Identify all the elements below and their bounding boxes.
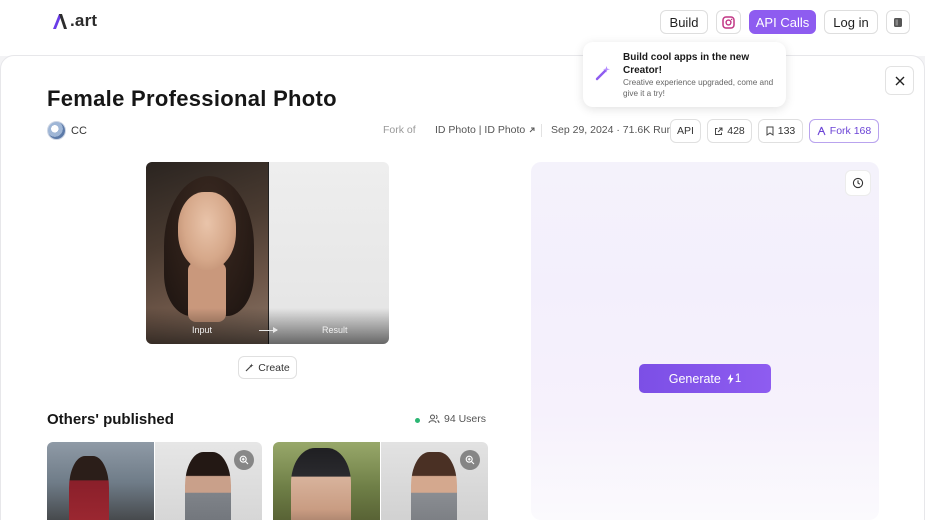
creator-tooltip[interactable]: Build cool apps in the new Creator! Crea…: [583, 42, 786, 107]
app-icon: [894, 17, 902, 27]
logo-text: .art: [70, 11, 98, 30]
others-published-title: Others' published: [47, 411, 174, 428]
tooltip-subtitle: Creative experience upgraded, come and g…: [623, 78, 774, 98]
instagram-icon: [722, 15, 735, 29]
bookmark-count: 133: [777, 125, 796, 137]
users-icon: [428, 414, 440, 424]
portrait-face: [178, 192, 236, 270]
meta-divider: [541, 124, 542, 137]
output-panel: [531, 162, 879, 520]
date-runs: Sep 29, 2024 · 71.6K Run: [551, 124, 673, 136]
arrow-right-icon: [259, 327, 278, 333]
input-result-comparison[interactable]: Input Result: [146, 162, 389, 344]
logo-mark-icon: [53, 13, 67, 29]
online-indicator: [415, 418, 420, 423]
close-icon: [895, 76, 904, 85]
published-input-image: [47, 442, 154, 520]
create-button[interactable]: Create: [238, 356, 297, 379]
result-label: Result: [322, 325, 348, 335]
person-figure: [69, 456, 109, 520]
generate-cost-value: 1: [734, 372, 742, 385]
api-label: API: [677, 125, 694, 137]
fork-source-link[interactable]: ID Photo | ID Photo: [435, 124, 536, 136]
zoom-button[interactable]: [234, 450, 254, 470]
published-result-image: [381, 442, 488, 520]
users-text: 94 Users: [444, 413, 487, 425]
page-title: Female Professional Photo: [47, 86, 337, 111]
api-calls-button[interactable]: API Calls: [749, 10, 816, 34]
users-count: 94 Users: [428, 413, 486, 425]
share-count: 428: [727, 125, 745, 137]
logo[interactable]: .art: [52, 10, 97, 32]
create-label: Create: [258, 361, 290, 374]
fork-label: Fork 168: [829, 125, 872, 137]
label-shade: [146, 308, 389, 344]
login-button[interactable]: Log in: [824, 10, 878, 34]
share-icon: [715, 127, 723, 135]
person-figure: [411, 452, 457, 520]
published-item[interactable]: [47, 442, 262, 520]
fork-source-text: ID Photo | ID Photo: [435, 124, 526, 136]
avatar: [47, 121, 66, 140]
generate-cost: 1: [727, 373, 741, 385]
bookmark-button[interactable]: 133: [758, 119, 803, 143]
share-button[interactable]: 428: [707, 119, 752, 143]
magic-wand-icon: [595, 66, 610, 81]
zoom-icon: [239, 455, 249, 465]
fork-button[interactable]: Fork 168: [809, 119, 879, 143]
zoom-button[interactable]: [460, 450, 480, 470]
fork-icon: [817, 126, 826, 136]
bookmark-icon: [766, 126, 774, 136]
zoom-icon: [465, 455, 475, 465]
fork-of-label: Fork of: [383, 124, 416, 136]
published-item[interactable]: [273, 442, 488, 520]
author-name: CC: [71, 124, 87, 137]
history-button[interactable]: [845, 170, 871, 196]
top-bar: .art Build API Calls Log in: [0, 0, 925, 56]
api-button[interactable]: API: [670, 119, 701, 143]
generate-button[interactable]: Generate 1: [639, 364, 771, 393]
external-link-icon: [529, 127, 535, 133]
instagram-button[interactable]: [716, 10, 741, 34]
published-result-image: [155, 442, 262, 520]
bolt-icon: [727, 373, 734, 384]
person-figure: [185, 452, 231, 520]
generate-label: Generate: [668, 371, 721, 386]
published-input-image: [273, 442, 380, 520]
author[interactable]: CC: [47, 121, 87, 140]
close-button[interactable]: [885, 66, 914, 95]
input-label: Input: [192, 325, 213, 335]
magic-wand-icon: [245, 363, 254, 372]
person-figure: [291, 448, 351, 520]
history-icon: [852, 177, 864, 189]
build-button[interactable]: Build: [660, 10, 708, 34]
app-button[interactable]: [886, 10, 910, 34]
tooltip-title: Build cool apps in the new Creator!: [623, 52, 750, 76]
